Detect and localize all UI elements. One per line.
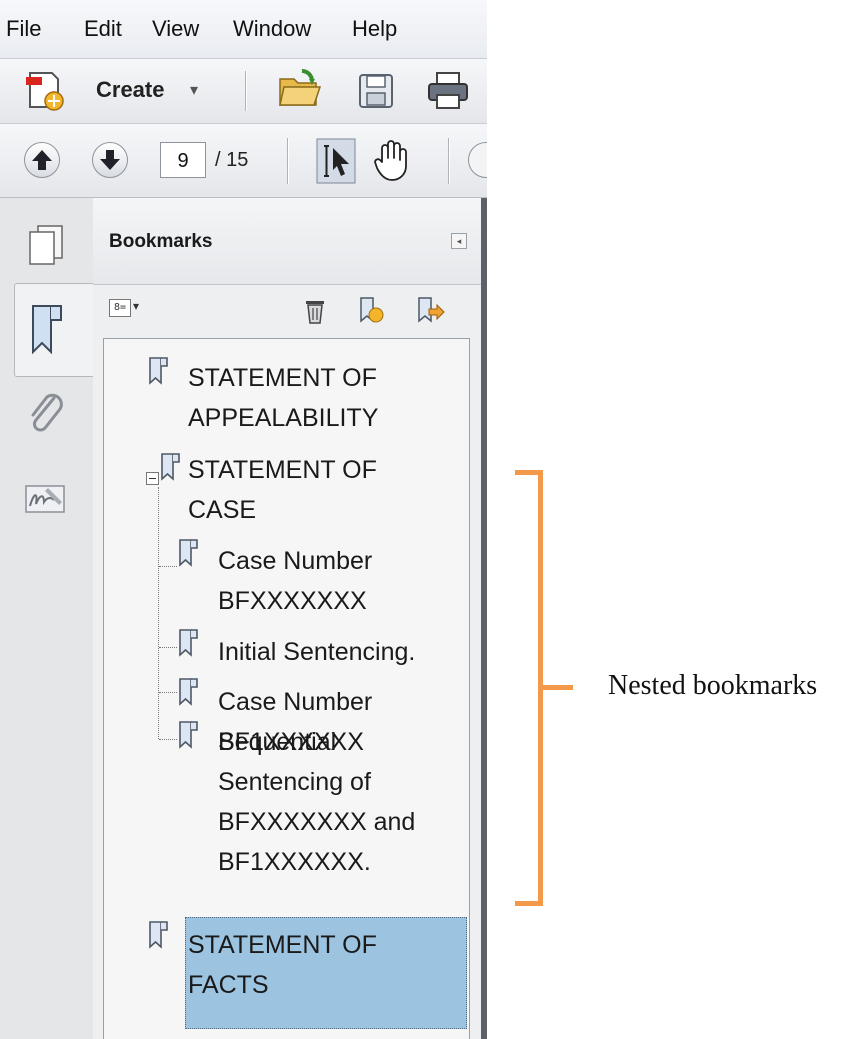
create-label: Create <box>96 77 165 102</box>
menu-edit[interactable]: Edit <box>84 16 122 42</box>
annotation-label: Nested bookmarks <box>608 670 818 701</box>
main-toolbar: Create ▾ <box>0 59 487 124</box>
tree-connector <box>159 566 177 567</box>
save-icon[interactable] <box>356 71 396 111</box>
bookmark-label: Case Number <box>218 688 373 716</box>
chevron-down-icon: ▾ <box>190 82 199 99</box>
print-icon[interactable] <box>426 71 470 111</box>
annotation-bracket-tick <box>543 685 573 690</box>
create-pdf-icon <box>26 72 64 111</box>
arrow-up-icon <box>32 150 52 170</box>
bookmark-label: STATEMENT OF <box>188 364 377 392</box>
bookmarks-tab[interactable] <box>14 283 95 377</box>
tree-connector <box>158 487 159 739</box>
toolbar-separator <box>245 71 246 111</box>
bookmark-icon <box>161 453 180 481</box>
previous-page-button[interactable] <box>24 142 60 178</box>
panel-title: Bookmarks <box>109 231 213 252</box>
bookmark-icon <box>179 629 198 657</box>
bookmark-icon <box>179 539 198 567</box>
tree-connector <box>159 739 177 740</box>
page-number-input[interactable]: 9 <box>160 142 206 178</box>
bookmark-icon <box>149 357 168 385</box>
bookmark-label: Sentencing of <box>218 768 371 796</box>
tree-connector <box>159 647 177 648</box>
bookmark-label: BFXXXXXXX and <box>218 808 416 836</box>
acrobat-window: File Edit View Window Help Create ▾ 9 / … <box>0 0 487 1039</box>
annotation-bracket <box>515 470 543 906</box>
menu-help[interactable]: Help <box>352 16 397 42</box>
open-folder-icon[interactable] <box>276 67 324 111</box>
pane-divider[interactable] <box>481 198 487 1039</box>
collapse-panel-button[interactable]: ◂ <box>451 233 467 249</box>
bookmark-label: Case Number <box>218 547 373 575</box>
bookmark-icon <box>179 721 198 749</box>
bookmark-icon <box>149 921 168 949</box>
bookmark-label: Initial Sentencing. <box>218 638 416 666</box>
hand-tool-icon[interactable] <box>372 138 412 182</box>
page-total: / 15 <box>215 149 249 171</box>
tree-connector <box>159 692 177 693</box>
create-button[interactable]: Create ▾ <box>14 65 214 117</box>
bookmark-label: APPEALABILITY <box>188 404 379 432</box>
zoom-out-button[interactable] <box>468 142 487 178</box>
select-tool-icon[interactable] <box>316 138 356 184</box>
arrow-down-icon <box>100 150 120 170</box>
panel-header: Bookmarks ◂ <box>93 198 481 285</box>
bookmark-label: FACTS <box>188 971 269 999</box>
bookmark-label: CASE <box>188 496 257 524</box>
options-menu-button[interactable]: 8= <box>109 299 131 317</box>
delete-bookmark-icon[interactable] <box>303 297 327 325</box>
next-page-button[interactable] <box>92 142 128 178</box>
menu-file[interactable]: File <box>6 16 41 42</box>
bookmarks-toolbar: 8= ▾ <box>93 285 481 335</box>
page-thumbnails-icon[interactable] <box>26 222 66 266</box>
menu-bar: File Edit View Window Help <box>0 0 487 59</box>
bookmark-label: STATEMENT OF <box>188 931 377 959</box>
bookmark-icon <box>32 305 62 355</box>
toolbar-separator <box>448 138 449 184</box>
toolbar-separator <box>287 138 288 184</box>
menu-window[interactable]: Window <box>233 16 311 42</box>
new-bookmark-icon[interactable] <box>357 295 385 325</box>
bookmark-label: Sequential <box>218 728 337 756</box>
bookmark-label: BFXXXXXXX <box>218 587 367 615</box>
expand-bookmark-icon[interactable] <box>415 295 445 325</box>
menu-view[interactable]: View <box>152 16 199 42</box>
bookmark-label: BF1XXXXXX. <box>218 848 371 876</box>
bookmark-icon <box>179 678 198 706</box>
bookmark-label: STATEMENT OF <box>188 456 377 484</box>
collapse-node-toggle[interactable] <box>146 472 159 485</box>
chevron-down-icon: ▾ <box>133 299 140 313</box>
attachments-icon[interactable] <box>24 390 68 438</box>
signatures-icon[interactable] <box>24 482 68 518</box>
